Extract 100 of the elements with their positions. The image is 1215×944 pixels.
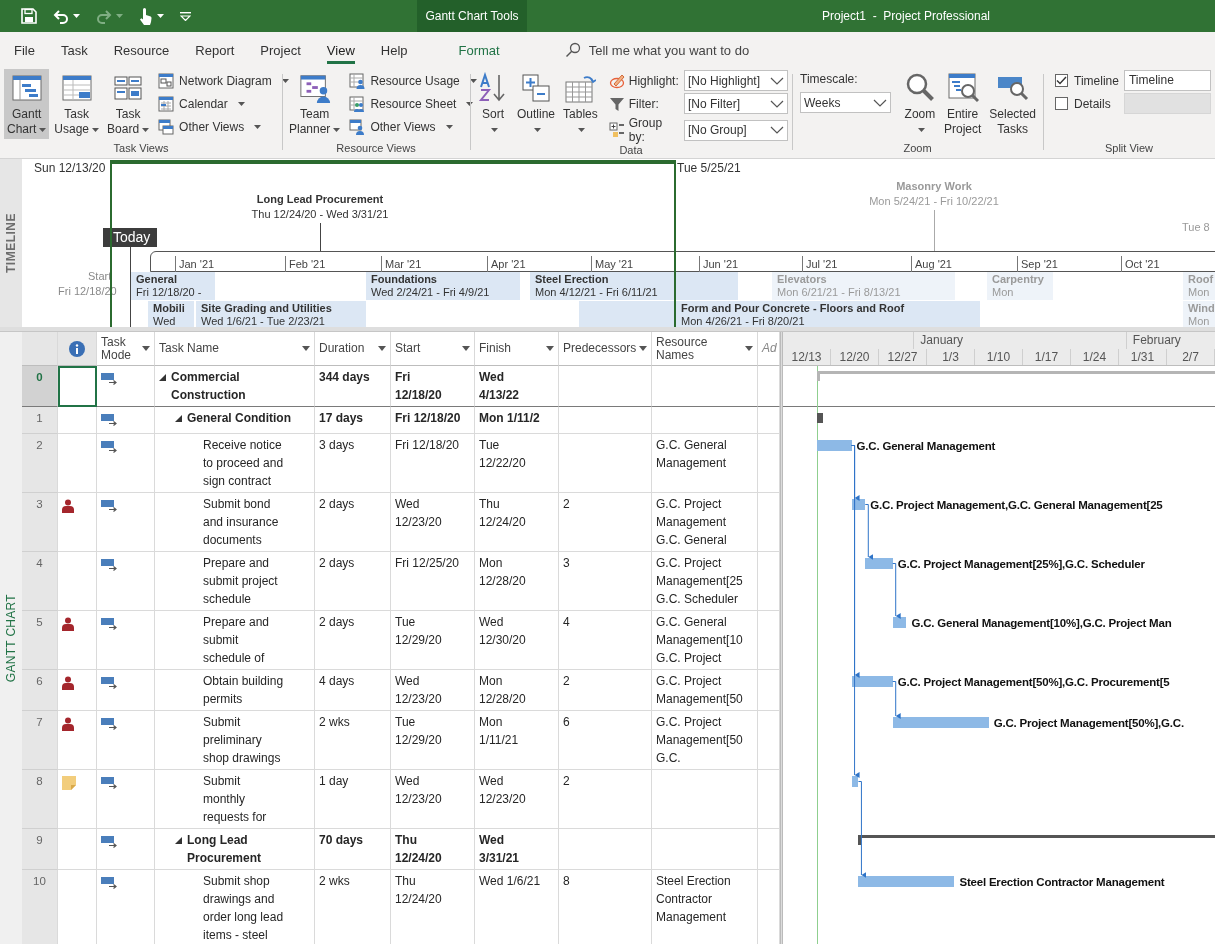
- collapse-icon[interactable]: [159, 374, 166, 381]
- table-cell: 2 days: [315, 493, 391, 552]
- today-marker: Today: [103, 228, 157, 247]
- team-planner-button[interactable]: Team Planner: [286, 69, 344, 139]
- dropdown-arrow-icon[interactable]: [142, 346, 150, 351]
- other-views-button[interactable]: Other Views: [349, 116, 453, 138]
- task-name[interactable]: Obtain building permits: [203, 672, 284, 708]
- ribbon-tab[interactable]: Report: [195, 38, 235, 64]
- network-diagram-icon: [158, 73, 175, 89]
- summary-bar[interactable]: [817, 413, 824, 423]
- task-name[interactable]: Submit preliminary shop drawings: [203, 713, 281, 767]
- task-name[interactable]: Prepare and submit schedule of: [203, 613, 270, 667]
- column-header[interactable]: Duration: [315, 332, 391, 366]
- timescale-dropdown[interactable]: Weeks: [800, 92, 891, 113]
- task-bar[interactable]: [892, 617, 907, 628]
- search-icon: [564, 42, 581, 58]
- sort-button[interactable]: Sort: [474, 69, 512, 139]
- ribbon-tab[interactable]: Project: [260, 38, 301, 64]
- resource-usage-button[interactable]: Resource Usage: [349, 70, 477, 92]
- zoom-window-icon: [946, 72, 979, 104]
- row-number: 5: [22, 611, 58, 670]
- caret-icon: [157, 14, 164, 18]
- task-usage-button[interactable]: Task Usage: [51, 69, 103, 139]
- view-field[interactable]: Timeline: [1123, 70, 1211, 91]
- ribbon-tab[interactable]: Task: [60, 38, 88, 64]
- table-cell: 3: [559, 552, 652, 611]
- task-name[interactable]: Commercial Construction: [171, 368, 246, 404]
- table-cell: G.C. General Management: [652, 434, 758, 493]
- summary-bar[interactable]: [858, 835, 1215, 845]
- selected-tasks-button[interactable]: Selected Tasks: [986, 69, 1039, 139]
- highlight-dropdown[interactable]: [No Highlight]: [684, 70, 788, 91]
- calendar-button[interactable]: Calendar: [158, 93, 245, 115]
- column-header[interactable]: Task Name: [155, 332, 315, 366]
- table-cell: Wed 12/23/20: [391, 770, 475, 829]
- column-header[interactable]: Finish: [475, 332, 559, 366]
- dropdown-arrow-icon[interactable]: [546, 346, 554, 351]
- zoom-button[interactable]: Zoom: [900, 69, 939, 139]
- task-name[interactable]: Receive notice to proceed and sign contract: [203, 436, 284, 490]
- gantt-chart-button[interactable]: Gantt Chart: [4, 69, 50, 139]
- month-label: January: [913, 332, 963, 349]
- column-header[interactable]: Ad: [758, 332, 780, 366]
- column-header[interactable]: Predecessors: [559, 332, 652, 366]
- save-button[interactable]: [18, 6, 40, 26]
- task-name[interactable]: Prepare and submit project schedule: [203, 554, 278, 608]
- customize-button[interactable]: [177, 9, 194, 23]
- timeline-task[interactable]: General Fri 12/18/20 -: [131, 272, 215, 300]
- task-name[interactable]: Submit bond and insurance documents: [203, 495, 279, 549]
- table-cell: 2: [559, 770, 652, 829]
- dropdown-arrow-icon[interactable]: [378, 346, 386, 351]
- ribbon-tab[interactable]: View: [326, 38, 355, 64]
- checkbox[interactable]: [1055, 74, 1068, 87]
- dropdown-arrow-icon[interactable]: [745, 346, 753, 351]
- table-cell: 2: [559, 670, 652, 711]
- tell-me-search[interactable]: Tell me what you want to do: [588, 42, 750, 58]
- dropdown-arrow-icon[interactable]: [462, 346, 470, 351]
- ribbon-tab[interactable]: File: [14, 38, 35, 64]
- table-cell: 6: [559, 711, 652, 770]
- group-label: Data: [618, 144, 644, 158]
- timeline-task[interactable]: Foundations Wed 2/24/21 - Fri 4/9/21: [366, 272, 520, 300]
- collapse-icon[interactable]: [175, 415, 182, 422]
- timeline-task[interactable]: Steel Erection Mon 4/12/21 - Fri 6/11/21: [530, 272, 738, 300]
- task-bar[interactable]: [851, 676, 893, 687]
- bar-label: G.C. General Management: [856, 439, 996, 453]
- date-label: Tue 5/25/21: [677, 161, 741, 175]
- task-name[interactable]: General Condition: [187, 409, 291, 427]
- dropdown-arrow-icon[interactable]: [302, 346, 310, 351]
- timeline-task[interactable]: Site Grading and Utilities Wed 1/6/21 - Tue 2/23/21: [196, 301, 366, 327]
- timeline-task[interactable]: Form and Pour Concrete - Floors and Roof Mon 4/26/21 - Fri 8/20/21: [579, 301, 980, 327]
- task-mode-icon: [101, 777, 118, 789]
- table-cell: 4 days: [315, 670, 391, 711]
- column-header[interactable]: Resource Names: [652, 332, 758, 366]
- timeline-callout[interactable]: Long Lead Procurement Thu 12/24/20 - Wed 3/31/21: [251, 192, 389, 222]
- tables-button[interactable]: Tables: [560, 69, 601, 139]
- column-header[interactable]: Start: [391, 332, 475, 366]
- other-views-button[interactable]: Other Views: [158, 116, 262, 138]
- ribbon-tab[interactable]: Format: [458, 38, 500, 64]
- timeline-task[interactable]: Mobili Wed: [148, 301, 194, 327]
- table-cell: Mon 12/28/20: [475, 552, 559, 611]
- task-name[interactable]: Submit shop drawings and order long lead items - steel: [203, 872, 284, 944]
- field-label: Group by:: [628, 116, 664, 144]
- task-name[interactable]: Submit monthly requests for: [203, 772, 267, 826]
- task-board-button[interactable]: Task Board: [104, 69, 153, 139]
- ribbon-tab[interactable]: Resource: [113, 38, 170, 64]
- task-name[interactable]: Long Lead Procurement: [187, 831, 262, 867]
- table-cell: Wed 12/23/20: [475, 770, 559, 829]
- outline-button[interactable]: Outline: [514, 69, 559, 139]
- network-diagram-button[interactable]: Network Diagram: [158, 70, 289, 92]
- column-header[interactable]: [58, 332, 97, 366]
- dropdown-arrow-icon[interactable]: [639, 346, 647, 351]
- filter-dropdown[interactable]: [No Filter]: [684, 93, 788, 114]
- entire-project-button[interactable]: Entire Project: [940, 69, 985, 139]
- group-by-dropdown[interactable]: [No Group]: [684, 119, 788, 141]
- task-bar[interactable]: [851, 776, 859, 787]
- task-bar[interactable]: [851, 499, 866, 510]
- ribbon-tab[interactable]: Help: [380, 38, 408, 64]
- collapse-icon[interactable]: [175, 837, 182, 844]
- person-icon: [62, 676, 74, 690]
- table-cell: 344 days: [315, 366, 391, 407]
- column-header[interactable]: Task Mode: [97, 332, 155, 366]
- resource-sheet-button[interactable]: Resource Sheet: [349, 93, 474, 115]
